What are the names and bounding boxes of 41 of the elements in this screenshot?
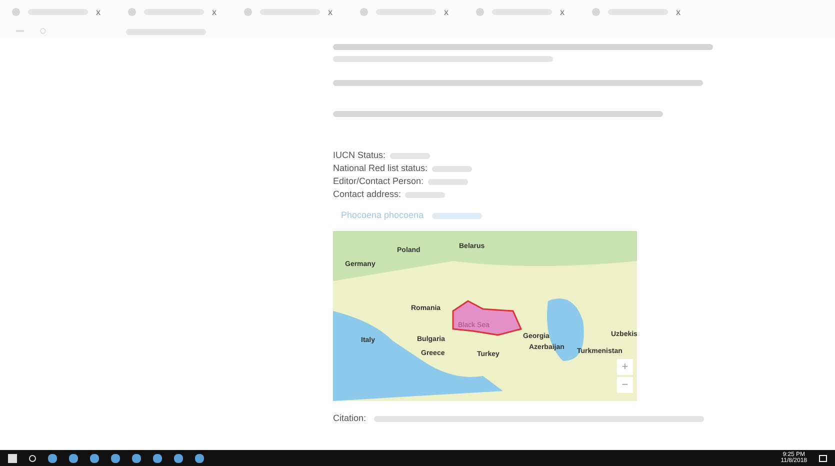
browser-tab[interactable]: x: [128, 3, 228, 21]
browser-tab[interactable]: x: [476, 3, 576, 21]
blurred-text-line: [390, 152, 430, 158]
page-icon: [360, 8, 368, 16]
browser-tab[interactable]: x: [12, 3, 112, 21]
browser-tab[interactable]: x: [360, 3, 460, 21]
zoom-in-button[interactable]: +: [617, 359, 633, 375]
blurred-text-line: [432, 166, 472, 172]
taskbar-app-icon[interactable]: [132, 454, 141, 462]
tab-close-button[interactable]: x: [96, 8, 100, 16]
page-icon: [12, 8, 20, 16]
browser-tab[interactable]: x: [592, 3, 692, 21]
taskbar-app-icon[interactable]: [69, 454, 78, 462]
taskbar-app-icon[interactable]: [195, 454, 204, 462]
taskbar-app-icon[interactable]: [174, 454, 183, 462]
windows-icon[interactable]: [8, 454, 17, 462]
blurred-text-line: [432, 212, 482, 218]
citation-label: Citation:: [333, 413, 366, 424]
field-label: IUCN Status:: [333, 150, 386, 161]
page-icon: [592, 8, 600, 16]
tab-close-button[interactable]: x: [328, 8, 332, 16]
blurred-text-line: [405, 192, 446, 198]
tab-close-button[interactable]: x: [560, 8, 564, 16]
browser-tab[interactable]: x: [244, 3, 344, 21]
field-label: Editor/Contact Person:: [333, 176, 424, 187]
field-label: National Red list status:: [333, 163, 428, 174]
field-label: Contact address:: [333, 189, 402, 200]
taskbar-app-icon[interactable]: [153, 454, 162, 462]
tab-close-button[interactable]: x: [444, 8, 448, 16]
page-icon: [128, 8, 136, 16]
taskbar-app-icon[interactable]: [111, 454, 120, 462]
page-icon: [476, 8, 484, 16]
taskbar-app-icon[interactable]: [90, 454, 99, 462]
taskbar-app-icon[interactable]: [48, 454, 57, 462]
zoom-out-button[interactable]: −: [617, 377, 633, 393]
tab-close-button[interactable]: x: [212, 8, 216, 16]
tab-close-button[interactable]: x: [676, 8, 680, 16]
blurred-text-line: [428, 178, 468, 184]
page-icon: [244, 8, 252, 16]
notification-icon[interactable]: [819, 454, 827, 462]
search-icon[interactable]: [29, 454, 36, 462]
